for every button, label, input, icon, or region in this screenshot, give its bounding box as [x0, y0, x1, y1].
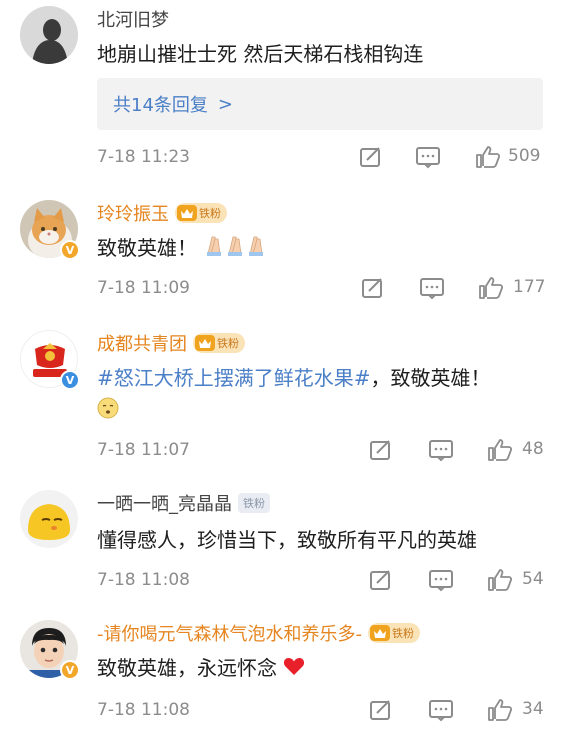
username[interactable]: 玲玲振玉 — [97, 200, 169, 226]
username[interactable]: 北河旧梦 — [97, 6, 169, 32]
crown-icon — [195, 335, 215, 351]
avatar[interactable] — [20, 6, 78, 64]
repost-icon[interactable] — [368, 568, 394, 592]
fan-badge: 铁粉 — [238, 493, 270, 513]
like-icon[interactable] — [478, 276, 504, 300]
avatar[interactable]: V — [20, 200, 80, 260]
badge-label: 铁粉 — [392, 627, 414, 640]
comment-icon[interactable] — [428, 568, 454, 592]
replies-label: 共14条回复 — [113, 95, 208, 116]
verified-icon: V — [60, 660, 80, 680]
crown-icon — [177, 205, 197, 221]
repost-icon[interactable] — [368, 438, 394, 462]
timestamp: 7-18 11:08 — [97, 570, 190, 590]
badge-label: 铁粉 — [243, 497, 265, 510]
repost-icon[interactable] — [368, 698, 394, 722]
like-count: 48 — [522, 439, 544, 459]
comment-icon[interactable] — [428, 438, 454, 462]
badge-label: 铁粉 — [199, 207, 221, 220]
like-icon[interactable] — [487, 698, 513, 722]
crown-icon — [370, 625, 390, 641]
avatar[interactable]: V — [20, 330, 80, 390]
comment-text: 致敬英雄，永远怀念 — [97, 652, 535, 686]
comment-icon[interactable] — [419, 276, 445, 300]
comment-text: 致敬英雄！ — [97, 232, 535, 266]
like-icon[interactable] — [487, 438, 513, 462]
pensive-emoji — [97, 396, 119, 429]
comment-text: 地崩山摧壮士死 然后天梯石栈相钩连 — [97, 42, 424, 66]
like-count: 34 — [522, 699, 544, 719]
comment-icon[interactable] — [415, 145, 441, 169]
comment-text: 懂得感人，珍惜当下，致敬所有平凡的英雄 — [97, 528, 477, 552]
like-count: 509 — [508, 146, 541, 166]
comment-text-body: 致敬英雄，永远怀念 — [97, 656, 277, 680]
like-count: 177 — [513, 277, 546, 297]
like-count: 54 — [522, 569, 544, 589]
timestamp: 7-18 11:08 — [97, 700, 190, 720]
pray-emoji — [203, 233, 269, 266]
username[interactable]: 一晒一晒_亮晶晶 — [97, 490, 232, 516]
verified-icon: V — [60, 370, 80, 390]
heart-emoji — [283, 653, 305, 686]
username[interactable]: -请你喝元气森林气泡水和养乐多- — [97, 620, 362, 646]
timestamp: 7-18 11:09 — [97, 278, 190, 298]
comment-icon[interactable] — [428, 698, 454, 722]
comment-text-body: ，致敬英雄！ — [370, 366, 491, 390]
avatar[interactable] — [20, 490, 78, 548]
like-icon[interactable] — [487, 568, 513, 592]
fan-badge: 铁粉 — [368, 623, 420, 643]
comment-text-body: 致敬英雄！ — [97, 236, 197, 260]
timestamp: 7-18 11:23 — [97, 147, 190, 167]
repost-icon[interactable] — [360, 276, 386, 300]
fan-badge: 铁粉 — [193, 333, 245, 353]
repost-icon[interactable] — [358, 145, 384, 169]
badge-label: 铁粉 — [217, 337, 239, 350]
hashtag-link[interactable]: #怒江大桥上摆满了鲜花水果# — [97, 366, 371, 390]
avatar[interactable]: V — [20, 620, 80, 680]
verified-icon: V — [60, 240, 80, 260]
fan-badge: 铁粉 — [175, 203, 227, 223]
like-icon[interactable] — [475, 145, 501, 169]
chevron-right-icon: > — [217, 93, 233, 115]
username[interactable]: 成都共青团 — [97, 330, 187, 356]
view-replies-button[interactable]: 共14条回复 > — [97, 78, 543, 130]
comment-text: #怒江大桥上摆满了鲜花水果#，致敬英雄！ — [97, 362, 511, 429]
timestamp: 7-18 11:07 — [97, 440, 190, 460]
